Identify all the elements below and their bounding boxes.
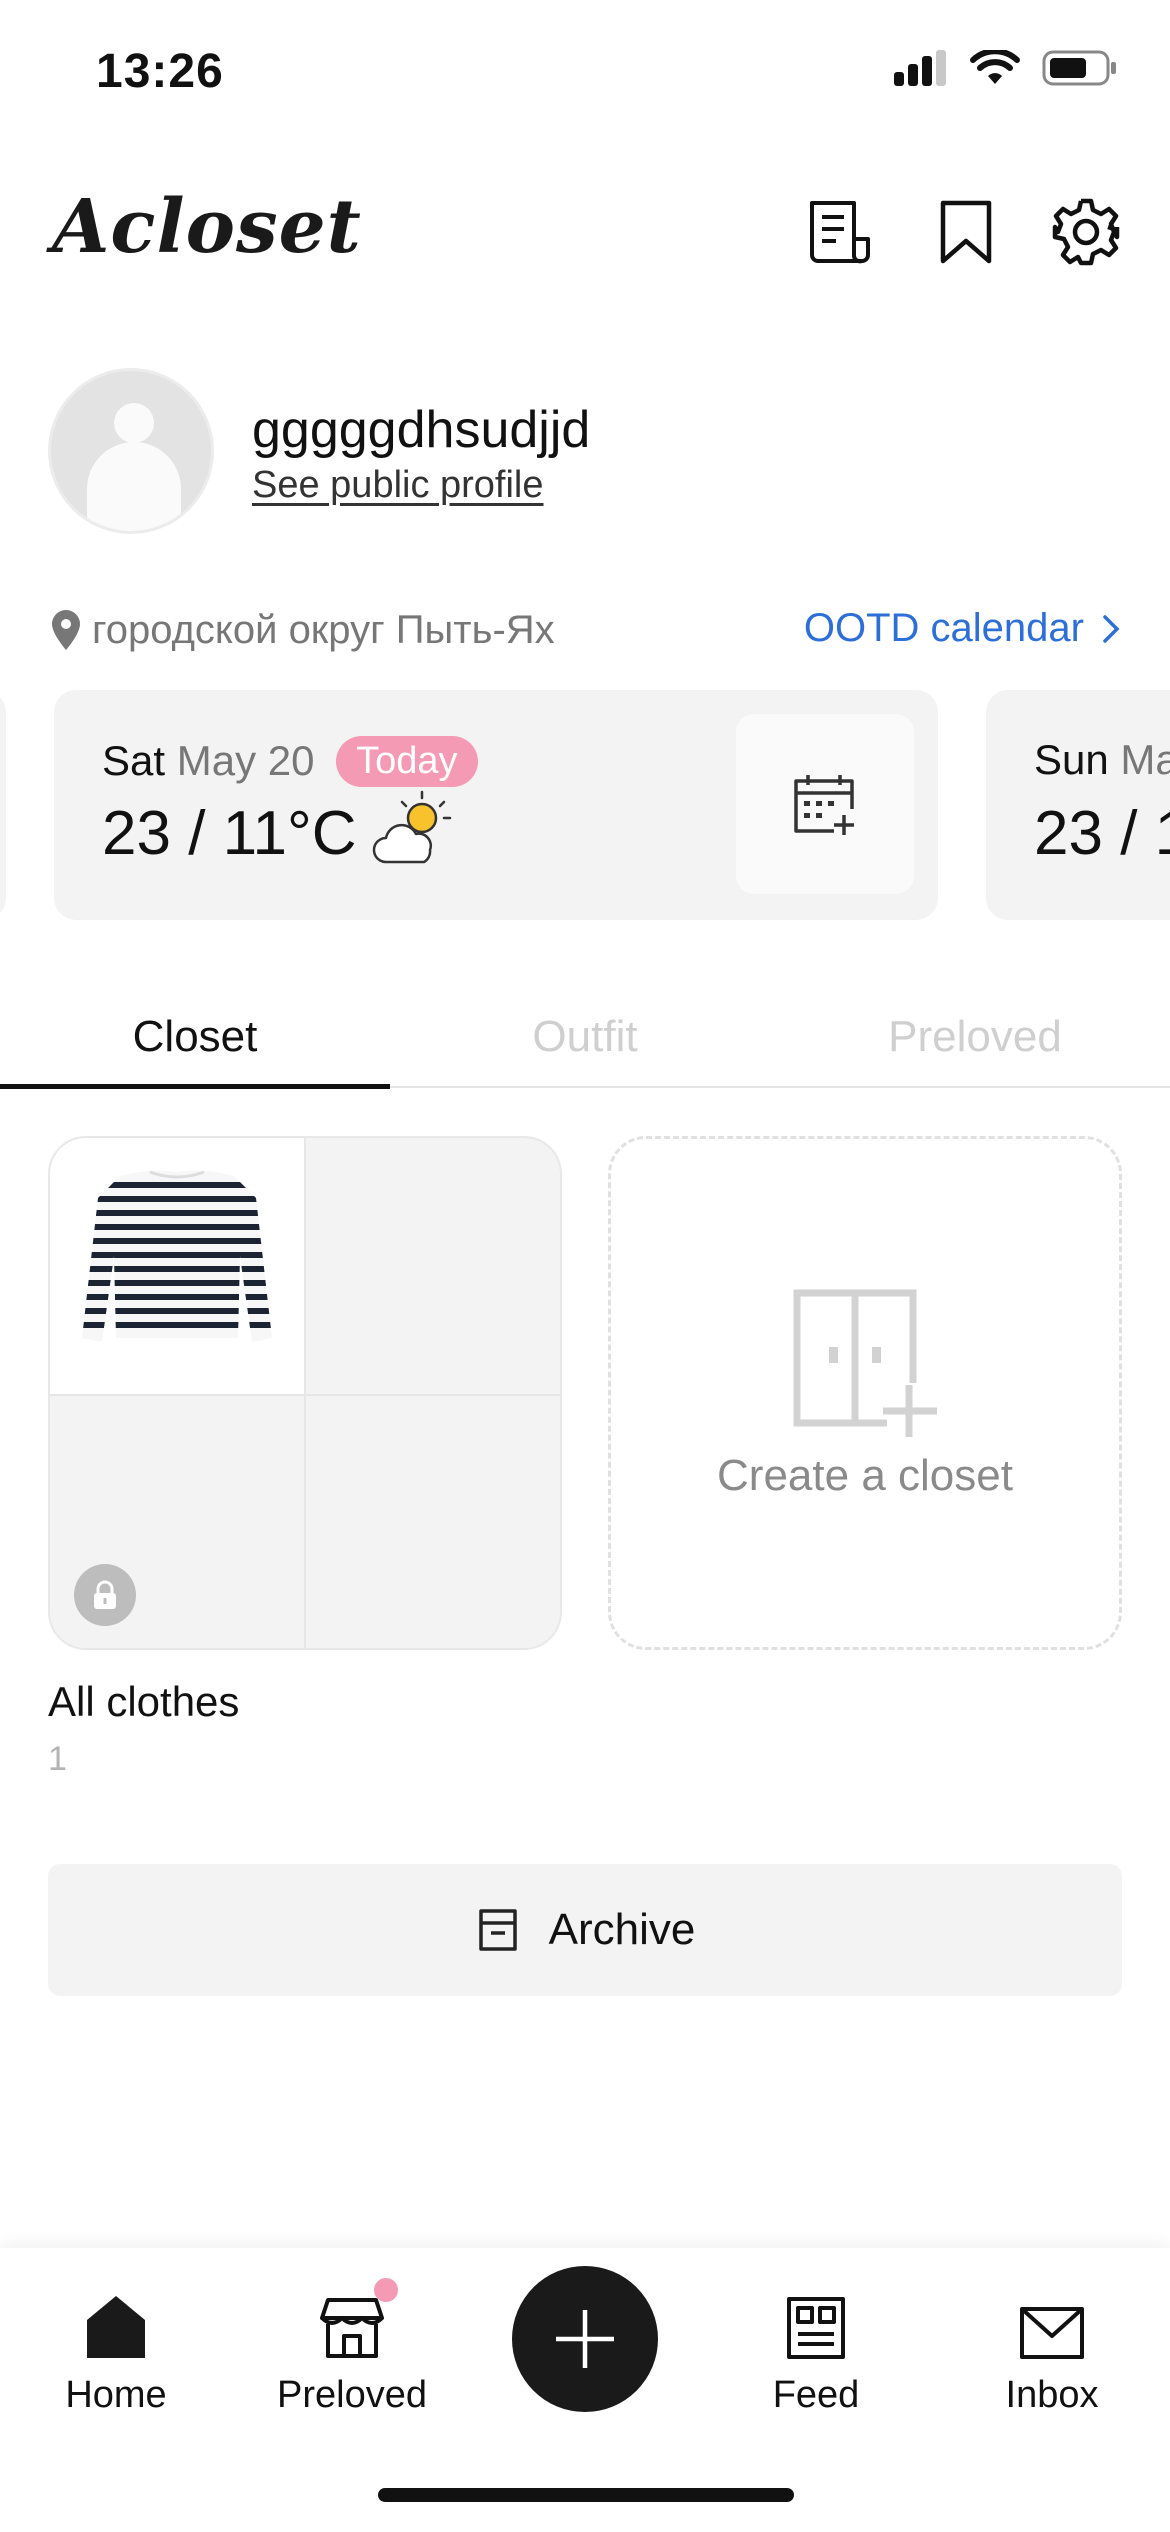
- battery-icon: [1042, 50, 1116, 86]
- weather-day: May 20: [176, 737, 315, 784]
- avatar[interactable]: [48, 368, 214, 534]
- weather-card-next[interactable]: Sun Ma 23 / 1: [986, 690, 1170, 920]
- tab-preloved[interactable]: Preloved: [780, 1012, 1170, 1062]
- location-row: городской округ Пыть-Ях OOTD calendar: [52, 600, 1120, 664]
- weather-day-next: Ma: [1120, 736, 1170, 783]
- shop-icon: [320, 2298, 384, 2358]
- avatar-placeholder-icon: [87, 403, 181, 531]
- weather-date: Sat May 20 Today: [102, 736, 478, 787]
- closet-add-icon: [793, 1289, 937, 1437]
- closet-name[interactable]: All clothes: [48, 1678, 239, 1726]
- lock-icon: [74, 1564, 136, 1626]
- tab-outfit[interactable]: Outfit: [390, 1012, 780, 1062]
- settings-gear-icon: [1052, 198, 1120, 266]
- see-public-profile-link[interactable]: See public profile: [252, 464, 544, 507]
- archive-label: Archive: [548, 1905, 696, 1954]
- closet-item-count: 1: [48, 1740, 67, 1778]
- username: gggggdhsudjjd: [252, 401, 591, 459]
- weather-temperature-next: 23 / 1: [1034, 799, 1170, 868]
- location-text: городской округ Пыть-Ях: [92, 608, 555, 652]
- weather-card-previous[interactable]: [0, 690, 6, 920]
- status-bar: 13:26: [0, 0, 1170, 150]
- home-icon: [87, 2296, 145, 2358]
- settings-button[interactable]: [1046, 192, 1126, 272]
- archive-button[interactable]: Archive: [48, 1864, 1122, 1996]
- weather-weekday: Sat: [102, 737, 166, 784]
- striped-shirt-image: [82, 1170, 272, 1342]
- closet-card-all-clothes[interactable]: [48, 1136, 562, 1650]
- nav-home[interactable]: Home: [16, 2278, 216, 2417]
- add-ootd-button[interactable]: [736, 714, 914, 894]
- calendar-add-icon: [794, 775, 854, 835]
- create-closet-label: Create a closet: [717, 1451, 1013, 1500]
- preloved-notification-dot: [374, 2278, 398, 2302]
- weather-weekday-next: Sun: [1034, 736, 1109, 783]
- notes-icon: [810, 201, 870, 264]
- mail-icon: [1020, 2307, 1084, 2359]
- location-pin-icon: [52, 610, 80, 650]
- closet-thumbnail: [50, 1138, 304, 1394]
- notes-button[interactable]: [800, 192, 880, 272]
- status-time: 13:26: [96, 45, 224, 98]
- bookmark-icon: [940, 200, 992, 264]
- nav-feed[interactable]: Feed: [716, 2278, 916, 2417]
- grid-divider-horizontal: [50, 1394, 560, 1396]
- wifi-icon: [970, 50, 1020, 84]
- active-tab-indicator: [0, 1084, 390, 1089]
- add-item-button[interactable]: [512, 2266, 658, 2412]
- app-header: Acloset: [0, 170, 1170, 290]
- create-closet-card[interactable]: Create a closet: [608, 1136, 1122, 1650]
- today-badge: Today: [336, 736, 478, 787]
- chevron-right-icon: [1103, 614, 1120, 643]
- app-logo: Acloset: [52, 184, 362, 270]
- weather-carousel[interactable]: Sat May 20 Today 23 / 11°C Sun Ma 23 /: [0, 690, 1170, 922]
- profile-section: gggggdhsudjjd See public profile: [48, 368, 1118, 538]
- home-indicator: [378, 2488, 794, 2502]
- ootd-calendar-label: OOTD calendar: [803, 606, 1084, 650]
- nav-preloved-label: Preloved: [277, 2374, 427, 2416]
- partly-sunny-icon: [372, 790, 452, 864]
- nav-inbox[interactable]: Inbox: [952, 2278, 1152, 2417]
- archive-box-icon: [478, 1909, 517, 1951]
- profile-tabs: Closet Outfit Preloved: [0, 1000, 1170, 1089]
- tab-closet[interactable]: Closet: [0, 1012, 390, 1062]
- status-icons: [894, 50, 1118, 86]
- weather-date-next: Sun Ma: [1034, 736, 1170, 784]
- nav-preloved[interactable]: Preloved: [252, 2278, 452, 2417]
- nav-feed-label: Feed: [772, 2374, 860, 2416]
- ootd-calendar-link[interactable]: OOTD calendar: [804, 606, 1120, 651]
- nav-inbox-label: Inbox: [1005, 2374, 1099, 2416]
- weather-card-today[interactable]: Sat May 20 Today 23 / 11°C: [54, 690, 938, 920]
- bookmark-button[interactable]: [926, 192, 1006, 272]
- nav-home-label: Home: [65, 2374, 167, 2416]
- grid-divider-vertical: [304, 1138, 306, 1648]
- cellular-signal-icon: [894, 50, 946, 86]
- plus-icon: [556, 2310, 614, 2368]
- feed-icon: [787, 2297, 845, 2359]
- weather-temperature: 23 / 11°C: [102, 799, 357, 868]
